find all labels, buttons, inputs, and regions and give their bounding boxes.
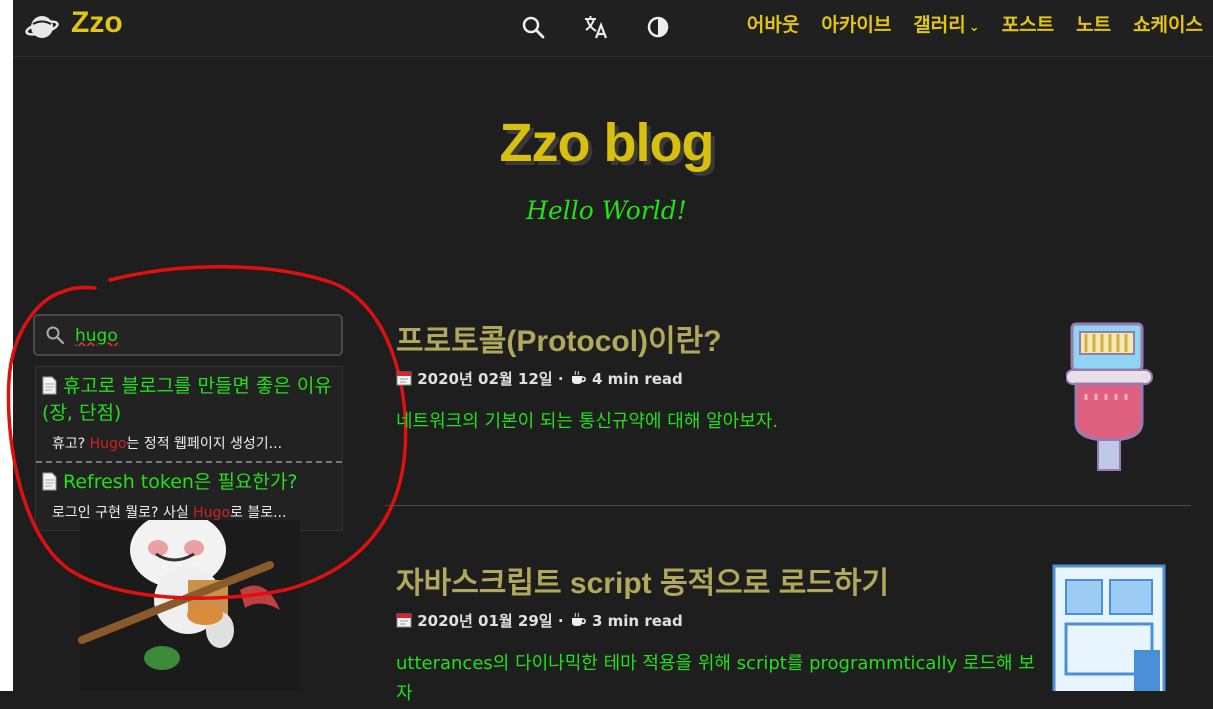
search-result-title-text: Refresh token은 필요한가?	[63, 471, 298, 493]
search-result-item[interactable]: 휴고로 블로그를 만들면 좋은 이유(장, 단점) 휴고? Hugo는 정적 웹…	[36, 367, 342, 461]
planet-logo-icon[interactable]	[25, 10, 59, 44]
post-item: 프로토콜(Protocol)이란? 2020년 02월 12일 · 4 min …	[396, 316, 1036, 437]
left-edge-strip	[0, 0, 13, 691]
search-result-title-text: 휴고로 블로그를 만들면 좋은 이유(장, 단점)	[42, 375, 332, 424]
post-title[interactable]: 프로토콜(Protocol)이란?	[396, 316, 1036, 360]
ethernet-cable-icon	[1066, 322, 1153, 471]
snippet-highlight: Hugo	[89, 436, 127, 452]
mascot-character-image	[78, 520, 300, 691]
nav-item-notes[interactable]: 노트	[1076, 10, 1111, 37]
snippet-before: 휴고?	[52, 436, 90, 452]
document-icon	[42, 376, 57, 395]
translate-icon[interactable]	[583, 14, 609, 40]
search-input[interactable]	[73, 322, 337, 350]
post-meta: 2020년 02월 12일 · 4 min read	[396, 368, 1036, 389]
site-title: Zzo blog	[499, 113, 715, 173]
theme-toggle-icon[interactable]	[645, 14, 671, 40]
nav-item-posts[interactable]: 포스트	[1002, 10, 1054, 37]
download-window-icon	[1052, 564, 1166, 691]
snippet-after: 로 블로...	[230, 505, 287, 521]
site-subtitle: Hello World!	[526, 196, 687, 225]
document-icon	[42, 472, 57, 491]
search-icon[interactable]	[520, 14, 546, 40]
post-read-time: 3 min read	[591, 612, 683, 630]
nav-item-about[interactable]: 어바웃	[747, 10, 799, 37]
nav-item-gallery-label: 갤러리	[913, 14, 966, 36]
search-result-title[interactable]: 휴고로 블로그를 만들면 좋은 이유(장, 단점)	[42, 373, 336, 427]
post-read-time: 4 min read	[591, 370, 683, 388]
post-item: 자바스크립트 script 동적으로 로드하기 2020년 01월 29일 · …	[396, 558, 1036, 709]
search-result-snippet: 로그인 구현 뭘로? 사실 Hugo로 블로...	[42, 502, 336, 522]
calendar-icon	[396, 371, 412, 386]
nav-item-showcase[interactable]: 쇼케이스	[1133, 10, 1203, 37]
nav-item-gallery[interactable]: 갤러리 ⌄	[913, 10, 979, 37]
search-result-title[interactable]: Refresh token은 필요한가?	[42, 469, 336, 496]
post-date: 2020년 01월 29일	[417, 612, 553, 630]
snippet-before: 로그인 구현 뭘로? 사실	[52, 505, 194, 521]
site-logo-text[interactable]: Zzo	[71, 6, 123, 40]
sidebar-search-box	[33, 314, 343, 356]
post-title[interactable]: 자바스크립트 script 동적으로 로드하기	[396, 558, 1036, 602]
search-icon	[46, 326, 65, 345]
search-result-snippet: 휴고? Hugo는 정적 웹페이지 생성기...	[42, 433, 336, 453]
post-meta: 2020년 01월 29일 · 3 min read	[396, 610, 1036, 631]
chevron-down-icon: ⌄	[968, 20, 980, 35]
nav-menu: 어바웃 아카이브 갤러리 ⌄ 포스트 노트 쇼케이스	[747, 10, 1203, 37]
snippet-after: 는 정적 웹페이지 생성기...	[126, 436, 283, 452]
coffee-icon	[571, 612, 586, 626]
meta-separator: ·	[557, 612, 564, 630]
navbar: Zzo 어바웃 아카이브 갤러리 ⌄ 포스트 노트 쇼케이스	[13, 0, 1213, 57]
coffee-icon	[571, 370, 586, 384]
post-summary: utterances의 다이나믹한 테마 적용을 위해 script를 prog…	[396, 653, 1035, 704]
post-summary: 네트워크의 기본이 되는 통신규약에 대해 알아보자.	[396, 411, 779, 432]
nav-item-archive[interactable]: 아카이브	[821, 10, 891, 37]
snippet-highlight: Hugo	[193, 505, 231, 521]
post-divider	[385, 505, 1191, 506]
search-results-dropdown: 휴고로 블로그를 만들면 좋은 이유(장, 단점) 휴고? Hugo는 정적 웹…	[35, 366, 343, 531]
meta-separator: ·	[557, 370, 564, 388]
calendar-icon	[396, 613, 412, 628]
post-date: 2020년 02월 12일	[417, 370, 553, 388]
